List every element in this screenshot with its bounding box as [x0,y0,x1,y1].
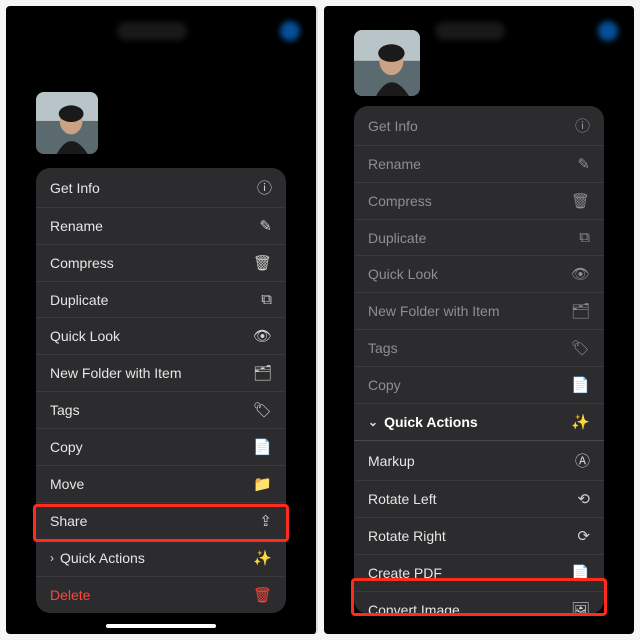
menu-item-copy[interactable]: Copy 📄 [354,367,604,404]
menu-label: Rename [50,218,250,234]
rotate-left-icon: ⟲ [568,490,590,508]
submenu-item-convert-image[interactable]: Convert Image 🖼 [354,592,604,614]
menu-item-new-folder[interactable]: New Folder with Item 🗂 [354,293,604,330]
header-title-pill [117,22,187,40]
eye-icon: 👁 [250,327,272,345]
header-left-text [22,23,24,39]
submenu-item-rotate-left[interactable]: Rotate Left ⟲ [354,481,604,518]
menu-item-move[interactable]: Move 📁 [36,466,286,503]
menu-label: Share [50,513,250,529]
chevron-right-icon: › [50,551,54,565]
menu-label: Quick Actions [384,414,568,430]
menu-label: Quick Look [50,328,250,344]
tag-icon: 🏷 [250,401,272,419]
submenu-item-markup[interactable]: Markup Ⓐ [354,441,604,481]
menu-label: Duplicate [50,292,250,308]
folder-plus-icon: 🗂 [568,302,590,320]
menu-label: Markup [368,453,568,469]
sparkle-icon: ✨ [568,413,590,431]
context-menu-expanded: Get Info ⓘ Rename ✎ Compress 🗑 Duplicate… [354,106,604,614]
menu-label: Rotate Right [368,528,568,544]
menu-item-duplicate[interactable]: Duplicate ⧉ [354,220,604,256]
menu-label: Get Info [50,180,250,196]
menu-label: Copy [368,377,568,393]
menu-label: Compress [368,193,568,209]
menu-label: Rename [368,156,568,172]
share-icon: ⇪ [250,512,272,530]
copy-icon: 📄 [250,438,272,456]
info-icon: ⓘ [568,115,590,136]
menu-label: Convert Image [368,602,568,614]
folder-plus-icon: 🗂 [250,364,272,382]
menu-label: Duplicate [368,230,568,246]
menu-item-duplicate[interactable]: Duplicate ⧉ [36,282,286,318]
menu-label: Rotate Left [368,491,568,507]
markup-icon: Ⓐ [568,450,590,471]
pencil-icon: ✎ [250,217,272,235]
menu-label: Quick Look [368,266,568,282]
pencil-icon: ✎ [568,155,590,173]
menu-item-quick-look[interactable]: Quick Look 👁 [354,256,604,293]
selected-image-thumbnail[interactable] [354,30,420,96]
copy-icon: 📄 [568,376,590,394]
folder-icon: 📁 [250,475,272,493]
chevron-down-icon: ⌄ [368,415,378,429]
left-phone-screenshot: Get Info ⓘ Rename ✎ Compress 🗑 Duplicate… [6,6,318,634]
header-left-text [340,23,342,39]
menu-item-quick-look[interactable]: Quick Look 👁 [36,318,286,355]
pdf-icon: 📄 [568,564,590,582]
home-indicator[interactable] [106,624,216,628]
rotate-right-icon: ⟳ [568,527,590,545]
menu-label: Tags [368,340,568,356]
menu-item-tags[interactable]: Tags 🏷 [36,392,286,429]
eye-icon: 👁 [568,265,590,283]
header-action-icon [598,21,618,41]
archive-icon: 🗑 [250,254,272,272]
menu-label: New Folder with Item [368,303,568,319]
sparkle-icon: ✨ [250,549,272,567]
menu-item-copy[interactable]: Copy 📄 [36,429,286,466]
menu-item-compress[interactable]: Compress 🗑 [354,183,604,220]
menu-label: Get Info [368,118,568,134]
header-title-pill [435,22,505,40]
right-phone-screenshot: Get Info ⓘ Rename ✎ Compress 🗑 Duplicate… [324,6,634,634]
menu-item-new-folder[interactable]: New Folder with Item 🗂 [36,355,286,392]
menu-item-get-info[interactable]: Get Info ⓘ [354,106,604,146]
menu-label: Delete [50,587,250,603]
menu-label: Copy [50,439,250,455]
trash-icon: 🗑 [250,586,272,604]
tag-icon: 🏷 [568,339,590,357]
duplicate-icon: ⧉ [568,229,590,246]
menu-item-quick-actions[interactable]: › Quick Actions ✨ [36,540,286,577]
menu-label: Create PDF [368,565,568,581]
menu-item-share[interactable]: Share ⇪ [36,503,286,540]
submenu-item-create-pdf[interactable]: Create PDF 📄 [354,555,604,592]
menu-label: Tags [50,402,250,418]
duplicate-icon: ⧉ [250,291,272,308]
menu-label: New Folder with Item [50,365,250,381]
menu-label: Quick Actions [60,550,250,566]
menu-item-tags[interactable]: Tags 🏷 [354,330,604,367]
submenu-item-rotate-right[interactable]: Rotate Right ⟳ [354,518,604,555]
quick-actions-header[interactable]: ⌄ Quick Actions ✨ [354,404,604,441]
info-icon: ⓘ [250,177,272,198]
person-photo-icon [36,92,98,154]
menu-item-compress[interactable]: Compress 🗑 [36,245,286,282]
menu-label: Move [50,476,250,492]
convert-image-icon: 🖼 [568,601,590,614]
menu-item-rename[interactable]: Rename ✎ [36,208,286,245]
person-photo-icon [354,30,420,96]
blurred-header [6,6,316,56]
context-menu: Get Info ⓘ Rename ✎ Compress 🗑 Duplicate… [36,168,286,613]
menu-item-get-info[interactable]: Get Info ⓘ [36,168,286,208]
menu-label: Compress [50,255,250,271]
header-action-icon [280,21,300,41]
selected-image-thumbnail[interactable] [36,92,98,154]
archive-icon: 🗑 [568,192,590,210]
menu-item-rename[interactable]: Rename ✎ [354,146,604,183]
menu-item-delete[interactable]: Delete 🗑 [36,577,286,613]
